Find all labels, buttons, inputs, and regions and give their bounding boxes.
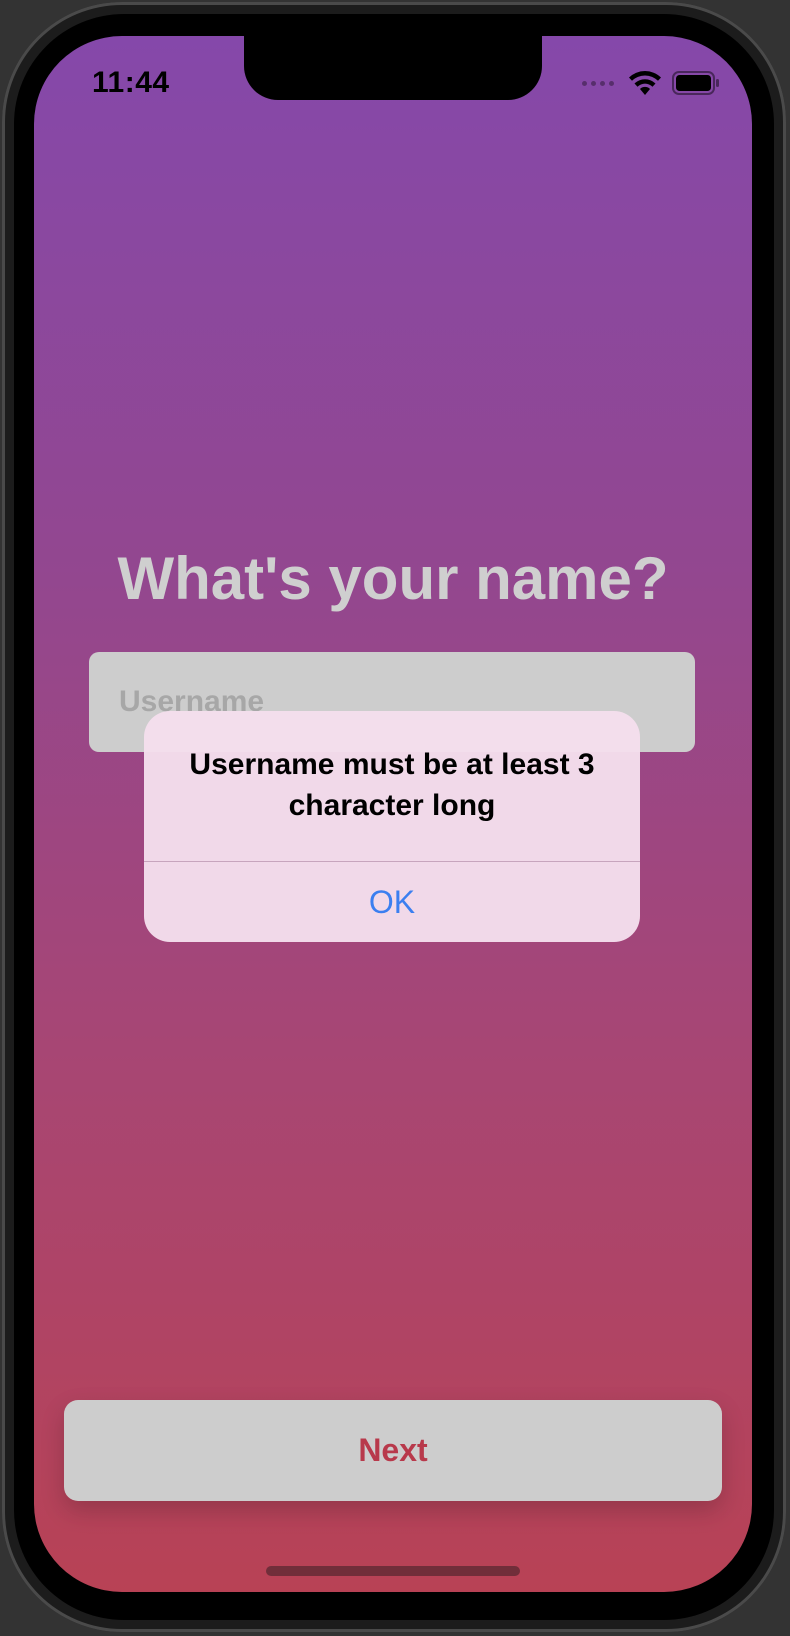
status-time: 11:44	[92, 66, 170, 99]
alert-dialog: Username must be at least 3 character lo…	[144, 711, 640, 942]
device-background: 11:44 What's your name? Username must be…	[0, 0, 790, 1636]
alert-message: Username must be at least 3 character lo…	[189, 748, 595, 822]
alert-ok-button[interactable]: OK	[144, 862, 640, 942]
next-button[interactable]: Next	[64, 1400, 722, 1501]
app-screen: 11:44 What's your name? Username must be…	[34, 36, 752, 1592]
page-title: What's your name?	[117, 545, 669, 612]
status-icons	[582, 70, 720, 96]
battery-icon	[672, 71, 719, 95]
camera-notch	[244, 36, 542, 100]
wifi-icon	[629, 71, 661, 95]
home-indicator[interactable]	[266, 1566, 520, 1576]
signal-dots-icon	[582, 80, 614, 86]
